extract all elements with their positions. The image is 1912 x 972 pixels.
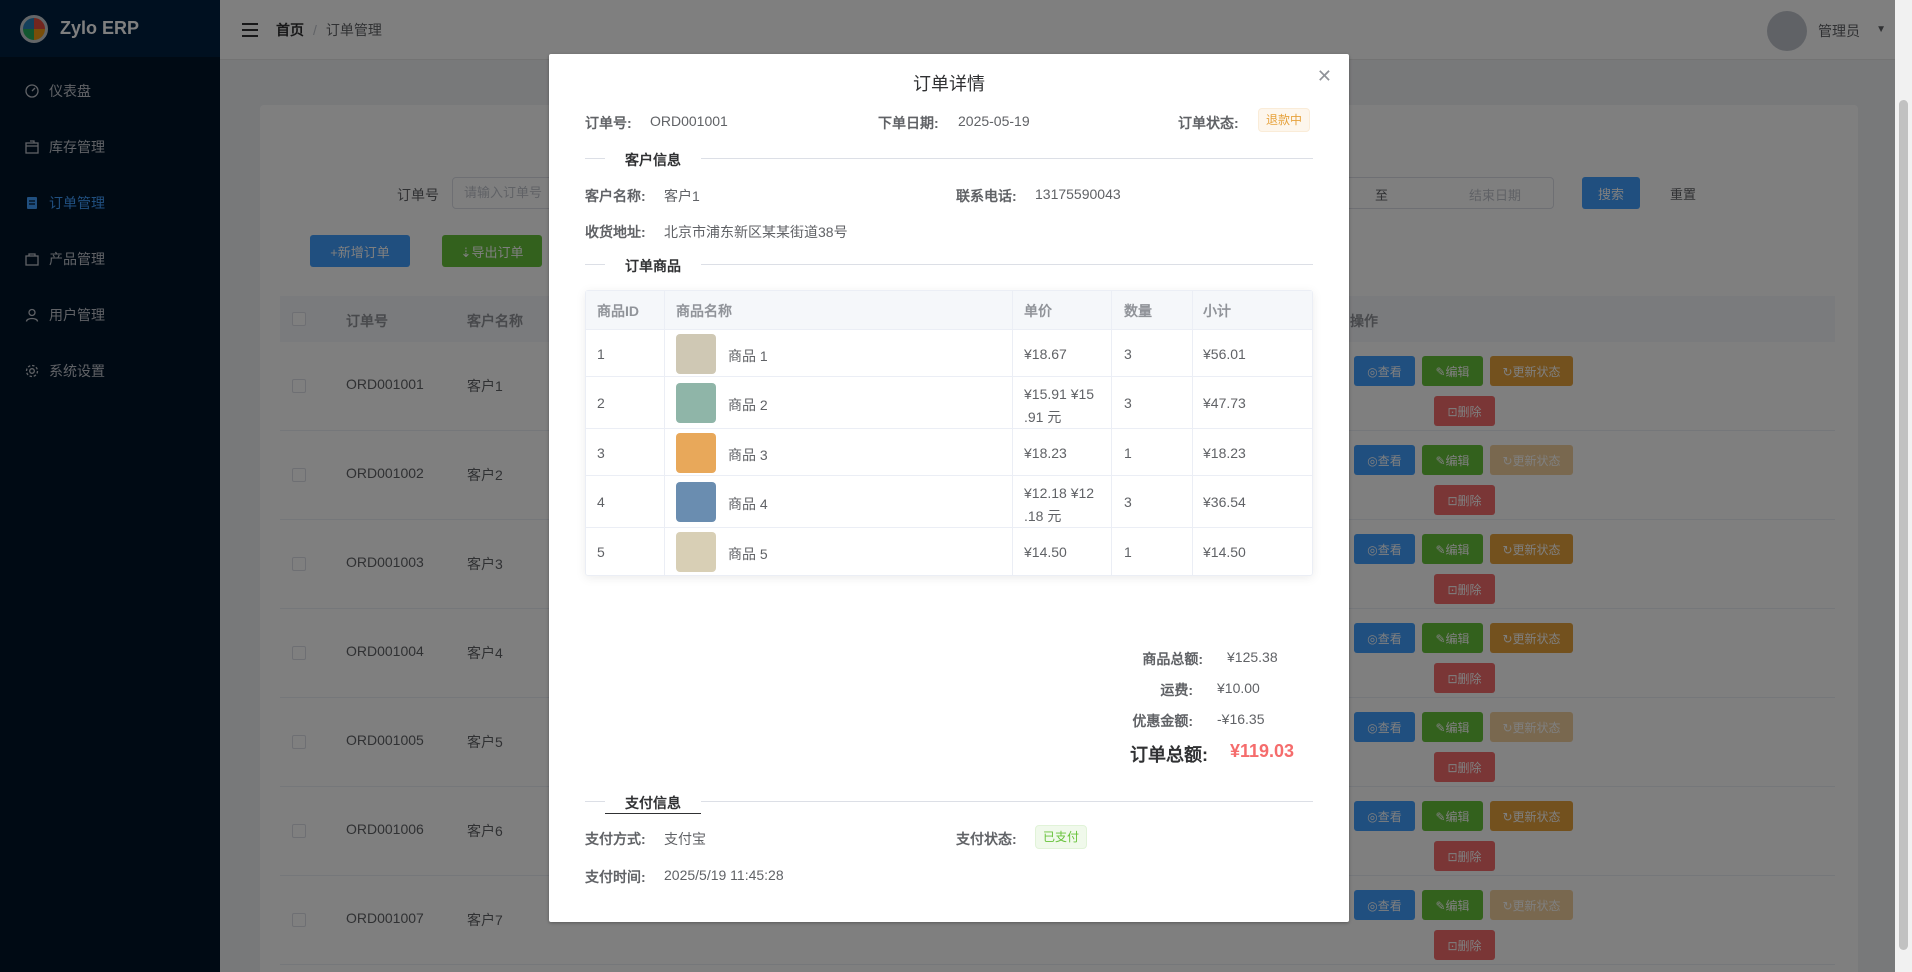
item-subtotal: ¥47.73 xyxy=(1203,395,1246,411)
item-row: 3 商品 3 ¥18.23 1 ¥18.23 xyxy=(586,429,1312,476)
item-price-continued: .91 元 xyxy=(1024,409,1062,425)
order-total-label: 订单总额: xyxy=(1130,745,1208,765)
item-id: 2 xyxy=(597,395,605,411)
shipping-value: ¥10.00 xyxy=(1217,680,1260,696)
customer-info-heading: 客户信息 xyxy=(605,150,701,170)
address-value: 北京市浦东新区某某街道38号 xyxy=(664,224,848,240)
pay-status-badge: 已支付 xyxy=(1035,825,1088,849)
header-item-qty: 数量 xyxy=(1124,303,1152,319)
product-thumbnail xyxy=(676,383,716,423)
product-thumbnail xyxy=(676,334,716,374)
item-price: ¥14.50 xyxy=(1024,544,1067,560)
item-name: 商品 4 xyxy=(728,496,768,512)
discount-value: -¥16.35 xyxy=(1217,711,1265,727)
customer-name-value: 客户1 xyxy=(664,188,700,204)
order-items-table: 商品ID 商品名称 单价 数量 小计 1 商品 1 ¥18.67 3 ¥56.01 2 商品… xyxy=(585,290,1313,576)
order-date-value: 2025-05-19 xyxy=(958,113,1030,129)
pay-time-label: 支付时间: xyxy=(585,869,646,885)
discount-label: 优惠金额: xyxy=(1132,713,1193,729)
order-items-heading: 订单商品 xyxy=(605,256,701,276)
dialog-title: 订单详情 xyxy=(913,74,985,94)
item-id: 1 xyxy=(597,346,605,362)
item-id: 4 xyxy=(597,494,605,510)
header-item-name: 商品名称 xyxy=(676,303,732,319)
items-table-header: 商品ID 商品名称 单价 数量 小计 xyxy=(586,291,1312,330)
item-qty: 3 xyxy=(1124,346,1132,362)
payment-info-heading: 支付信息 xyxy=(605,793,701,814)
order-date-label: 下单日期: xyxy=(878,115,939,131)
item-price: ¥15.91 ¥15 xyxy=(1024,386,1095,402)
shipping-label: 运费: xyxy=(1160,682,1193,698)
order-status-label: 订单状态: xyxy=(1178,115,1239,131)
close-icon[interactable]: ✕ xyxy=(1317,66,1332,87)
address-label: 收货地址: xyxy=(585,224,646,240)
page-scrollbar[interactable] xyxy=(1895,0,1912,972)
order-no-label: 订单号: xyxy=(585,115,632,131)
item-qty: 1 xyxy=(1124,544,1132,560)
items-table-body: 1 商品 1 ¥18.67 3 ¥56.01 2 商品 2 ¥15.91 ¥15 .91 元 3 ¥… xyxy=(586,330,1312,575)
item-id: 5 xyxy=(597,544,605,560)
phone-value: 13175590043 xyxy=(1035,186,1121,202)
item-row: 4 商品 4 ¥12.18 ¥12 .18 元 3 ¥36.54 xyxy=(586,476,1312,528)
pay-method-value: 支付宝 xyxy=(664,831,706,847)
item-row: 2 商品 2 ¥15.91 ¥15 .91 元 3 ¥47.73 xyxy=(586,377,1312,429)
item-id: 3 xyxy=(597,445,605,461)
item-price-continued: .18 元 xyxy=(1024,508,1062,524)
item-name: 商品 3 xyxy=(728,447,768,463)
item-row: 1 商品 1 ¥18.67 3 ¥56.01 xyxy=(586,330,1312,377)
item-subtotal: ¥18.23 xyxy=(1203,445,1246,461)
item-qty: 3 xyxy=(1124,395,1132,411)
pay-method-label: 支付方式: xyxy=(585,831,646,847)
header-item-subtotal: 小计 xyxy=(1203,303,1231,319)
item-qty: 3 xyxy=(1124,494,1132,510)
product-thumbnail xyxy=(676,482,716,522)
phone-label: 联系电话: xyxy=(956,188,1017,204)
product-thumbnail xyxy=(676,433,716,473)
order-detail-dialog: 订单详情 ✕ 订单号: ORD001001 下单日期: 2025-05-19 订… xyxy=(549,54,1349,922)
item-price: ¥12.18 ¥12 xyxy=(1024,485,1095,501)
order-total-value: ¥119.03 xyxy=(1230,741,1295,761)
header-item-price: 单价 xyxy=(1024,303,1052,319)
pay-status-label: 支付状态: xyxy=(956,831,1017,847)
item-price: ¥18.23 xyxy=(1024,445,1067,461)
product-thumbnail xyxy=(676,532,716,572)
goods-total-value: ¥125.38 xyxy=(1227,649,1278,665)
scrollbar-thumb[interactable] xyxy=(1899,100,1908,950)
item-subtotal: ¥14.50 xyxy=(1203,544,1246,560)
goods-total-label: 商品总额: xyxy=(1142,651,1203,667)
item-name: 商品 5 xyxy=(728,546,768,562)
item-name: 商品 2 xyxy=(728,397,768,413)
item-name: 商品 1 xyxy=(728,348,768,364)
item-subtotal: ¥36.54 xyxy=(1203,494,1246,510)
item-row: 5 商品 5 ¥14.50 1 ¥14.50 xyxy=(586,528,1312,575)
order-status-badge: 退款中 xyxy=(1258,108,1311,132)
order-no-value: ORD001001 xyxy=(650,113,728,129)
header-item-id: 商品ID xyxy=(597,303,639,319)
item-price: ¥18.67 xyxy=(1024,346,1067,362)
item-qty: 1 xyxy=(1124,445,1132,461)
customer-name-label: 客户名称: xyxy=(585,188,646,204)
pay-time-value: 2025/5/19 11:45:28 xyxy=(664,867,784,883)
item-subtotal: ¥56.01 xyxy=(1203,346,1246,362)
